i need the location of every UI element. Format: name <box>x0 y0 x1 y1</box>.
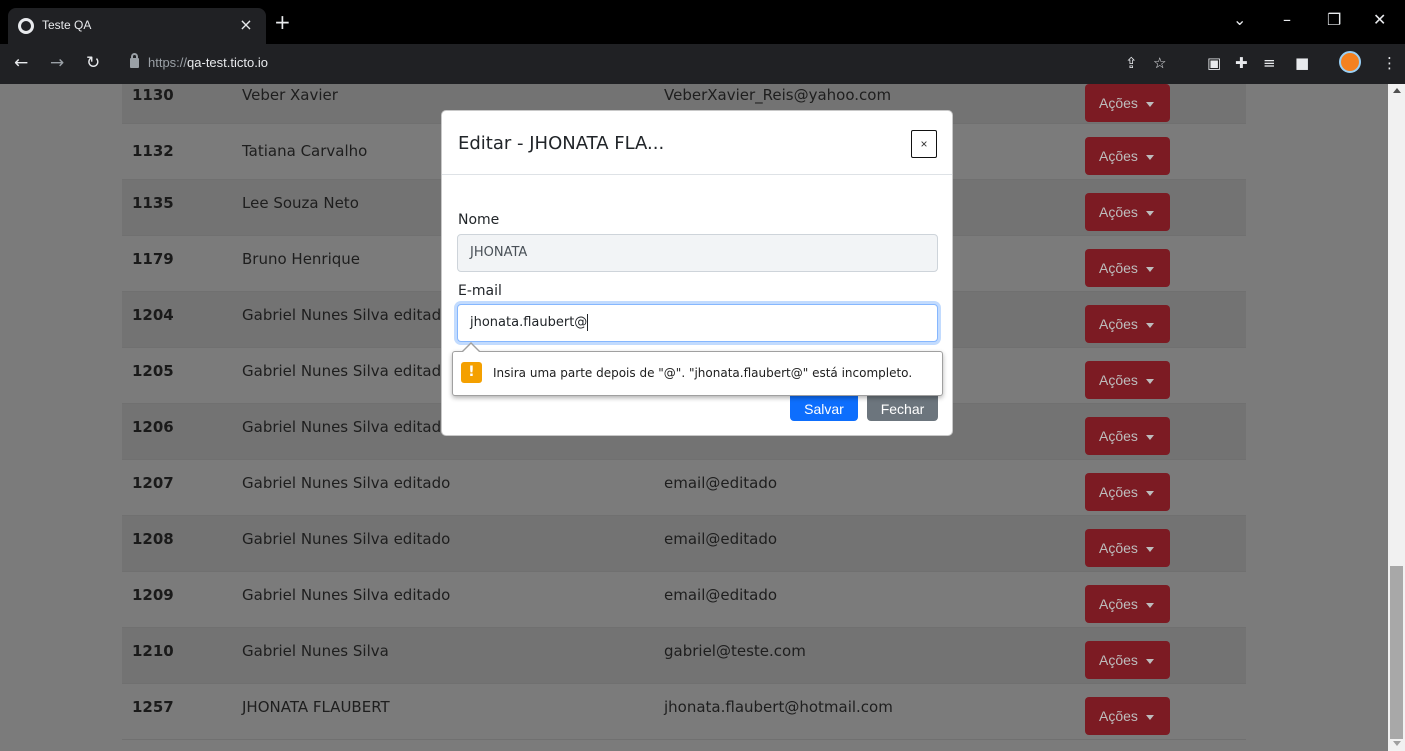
row-email: email@editado <box>664 530 778 548</box>
row-email: jhonata.flaubert@hotmail.com <box>664 698 893 716</box>
caret-down-icon <box>1145 434 1154 440</box>
reload-icon[interactable]: ↻ <box>86 53 100 73</box>
name-field[interactable]: JHONATA <box>457 234 938 272</box>
row-name: Gabriel Nunes Silva editado <box>242 586 451 604</box>
row-id: 1257 <box>132 698 174 716</box>
row-id: 1204 <box>132 306 174 324</box>
caret-down-icon <box>1145 266 1154 272</box>
url-text: https://qa-test.ticto.io <box>148 55 268 70</box>
actions-dropdown-button[interactable]: Ações <box>1085 585 1170 623</box>
address-bar[interactable]: https://qa-test.ticto.io <box>118 49 1178 79</box>
row-name: Gabriel Nunes Silva editado <box>242 530 451 548</box>
caret-down-icon <box>1145 322 1154 328</box>
table-row: 1257 JHONATA FLAUBERT jhonata.flaubert@h… <box>122 684 1246 740</box>
scroll-up-arrow-icon[interactable] <box>1393 88 1401 93</box>
row-name: Gabriel Nunes Silva editado <box>242 306 451 324</box>
new-tab-button[interactable]: + <box>274 12 291 32</box>
tab-close-icon[interactable]: × <box>236 15 256 35</box>
actions-dropdown-button[interactable]: Ações <box>1085 193 1170 231</box>
tab-search-icon[interactable]: ⌄ <box>1233 10 1246 29</box>
forward-icon[interactable]: → <box>50 53 64 73</box>
caret-down-icon <box>1145 714 1154 720</box>
browser-tab[interactable]: Teste QA × <box>8 8 266 44</box>
profile-avatar[interactable] <box>1339 51 1361 73</box>
row-name: Gabriel Nunes Silva <box>242 642 389 660</box>
actions-dropdown-button[interactable]: Ações <box>1085 305 1170 343</box>
scroll-down-arrow-icon[interactable] <box>1393 741 1401 746</box>
browser-tabstrip: Teste QA × + ⌄ – ❐ ✕ <box>0 0 1405 44</box>
row-name: JHONATA FLAUBERT <box>242 698 390 716</box>
row-id: 1135 <box>132 194 174 212</box>
row-email: email@editado <box>664 586 778 604</box>
share-icon[interactable]: ⇪ <box>1125 54 1138 72</box>
row-email: email@editado <box>664 474 778 492</box>
row-name: Tatiana Carvalho <box>242 142 368 160</box>
caret-down-icon <box>1145 154 1154 160</box>
actions-dropdown-button[interactable]: Ações <box>1085 641 1170 679</box>
actions-dropdown-button[interactable]: Ações <box>1085 473 1170 511</box>
window-close-icon[interactable]: ✕ <box>1373 10 1386 29</box>
caret-down-icon <box>1145 602 1154 608</box>
row-name: Lee Souza Neto <box>242 194 359 212</box>
row-id: 1206 <box>132 418 174 436</box>
caret-down-icon <box>1145 378 1154 384</box>
minimize-icon[interactable]: – <box>1283 10 1291 29</box>
email-label: E-mail <box>458 283 502 299</box>
caret-down-icon <box>1145 546 1154 552</box>
table-row: 1209 Gabriel Nunes Silva editado email@e… <box>122 572 1246 628</box>
validation-message: Insira uma parte depois de "@". "jhonata… <box>493 366 913 380</box>
table-row: 1208 Gabriel Nunes Silva editado email@e… <box>122 516 1246 572</box>
email-field[interactable]: jhonata.flaubert@ <box>457 304 938 342</box>
table-row: 1207 Gabriel Nunes Silva editado email@e… <box>122 460 1246 516</box>
restore-icon[interactable]: ❐ <box>1327 10 1341 29</box>
modal-close-icon[interactable]: × <box>911 130 937 158</box>
extensions-puzzle-icon[interactable]: ✚ <box>1235 54 1248 72</box>
row-id: 1179 <box>132 250 174 268</box>
lock-icon <box>130 53 139 68</box>
actions-dropdown-button[interactable]: Ações <box>1085 249 1170 287</box>
caret-down-icon <box>1145 101 1154 107</box>
row-id: 1205 <box>132 362 174 380</box>
actions-dropdown-button[interactable]: Ações <box>1085 417 1170 455</box>
modal-title: Editar - JHONATA FLA... <box>458 133 665 154</box>
extension-icon[interactable]: ▣ <box>1207 54 1221 72</box>
row-email: gabriel@teste.com <box>664 642 806 660</box>
row-name: Bruno Henrique <box>242 250 361 268</box>
text-cursor <box>587 314 589 331</box>
actions-dropdown-button[interactable]: Ações <box>1085 84 1170 122</box>
row-id: 1208 <box>132 530 174 548</box>
side-panel-icon[interactable]: ■ <box>1295 54 1309 72</box>
row-name: Veber Xavier <box>242 86 338 104</box>
row-name: Gabriel Nunes Silva editado <box>242 418 451 436</box>
tab-title: Teste QA <box>42 18 92 32</box>
modal-header: Editar - JHONATA FLA... × <box>442 111 952 175</box>
caret-down-icon <box>1145 658 1154 664</box>
actions-dropdown-button[interactable]: Ações <box>1085 361 1170 399</box>
row-id: 1132 <box>132 142 174 160</box>
validation-tooltip: ! Insira uma parte depois de "@". "jhona… <box>452 342 943 396</box>
actions-dropdown-button[interactable]: Ações <box>1085 137 1170 175</box>
menu-kebab-icon[interactable]: ⋮ <box>1382 54 1397 72</box>
globe-icon <box>18 18 34 34</box>
row-id: 1207 <box>132 474 174 492</box>
row-id: 1130 <box>132 86 174 104</box>
row-email: VeberXavier_Reis@yahoo.com <box>664 86 892 104</box>
page-scrollbar[interactable] <box>1388 84 1405 751</box>
warning-icon: ! <box>461 362 482 383</box>
actions-dropdown-button[interactable]: Ações <box>1085 529 1170 567</box>
caret-down-icon <box>1145 490 1154 496</box>
back-icon[interactable]: ← <box>14 53 28 73</box>
caret-down-icon <box>1145 210 1154 216</box>
scrollbar-thumb[interactable] <box>1390 566 1403 739</box>
row-name: Gabriel Nunes Silva editado <box>242 474 451 492</box>
actions-dropdown-button[interactable]: Ações <box>1085 697 1170 735</box>
browser-toolbar: ← → ↻ https://qa-test.ticto.io ⇪ ☆ ▣ ✚ ≡… <box>0 44 1405 84</box>
reading-list-icon[interactable]: ≡ <box>1263 54 1276 72</box>
table-row: 1210 Gabriel Nunes Silva gabriel@teste.c… <box>122 628 1246 684</box>
bookmark-star-icon[interactable]: ☆ <box>1153 54 1166 72</box>
row-id: 1209 <box>132 586 174 604</box>
row-name: Gabriel Nunes Silva editado <box>242 362 451 380</box>
name-label: Nome <box>458 212 500 228</box>
row-id: 1210 <box>132 642 174 660</box>
